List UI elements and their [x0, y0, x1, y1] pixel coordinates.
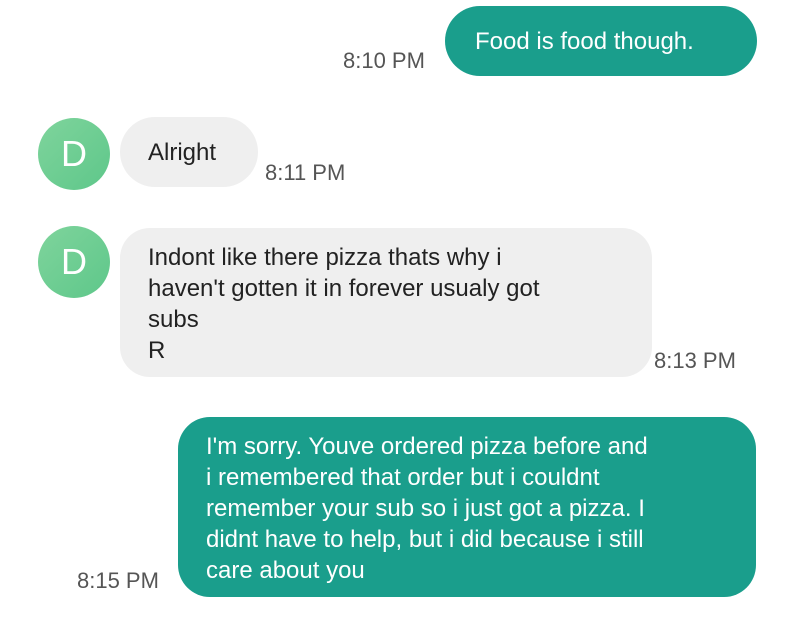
sent-message-bubble[interactable]: I'm sorry. Youve ordered pizza before an… — [178, 417, 756, 597]
contact-avatar[interactable]: D — [38, 118, 110, 190]
received-message-bubble[interactable]: Indont like there pizza thats why i have… — [120, 228, 652, 377]
message-timestamp: 8:10 PM — [343, 48, 425, 73]
sent-message-bubble[interactable]: Food is food though. — [445, 6, 757, 76]
received-message-bubble[interactable]: Alright — [120, 117, 258, 187]
message-timestamp: 8:11 PM — [265, 160, 346, 185]
message-timestamp: 8:15 PM — [77, 568, 159, 593]
message-timestamp: 8:13 PM — [654, 348, 736, 373]
contact-avatar[interactable]: D — [38, 226, 110, 298]
